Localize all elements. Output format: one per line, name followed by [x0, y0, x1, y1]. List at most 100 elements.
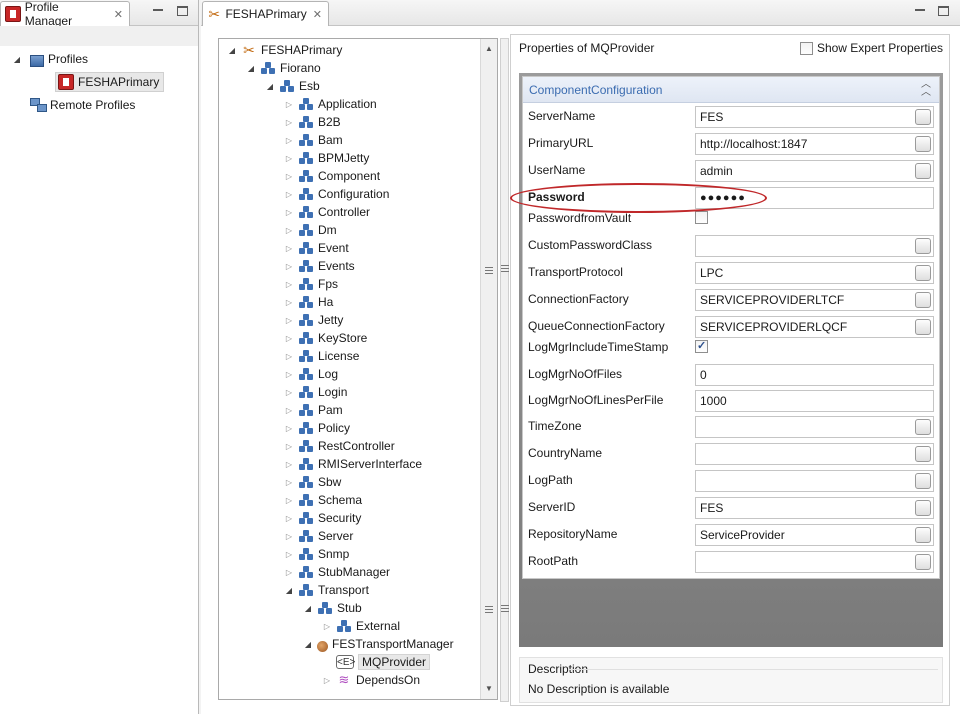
expand-closed-icon[interactable]: ▷	[284, 280, 294, 289]
tree-node[interactable]: ▷ Event	[284, 239, 349, 257]
tree-node[interactable]: ▷ Application	[284, 95, 377, 113]
close-icon[interactable]: ✕	[114, 8, 123, 21]
maximize-icon[interactable]	[938, 6, 949, 16]
property-edit-button[interactable]	[915, 554, 931, 570]
scroll-up-icon[interactable]: ▲	[481, 41, 497, 57]
maximize-icon[interactable]	[177, 6, 188, 16]
property-value-field[interactable]: http://localhost:1847	[695, 133, 934, 155]
expand-closed-icon[interactable]: ▷	[284, 262, 294, 271]
expand-closed-icon[interactable]: ▷	[322, 676, 332, 685]
scroll-grip-icon[interactable]	[485, 267, 493, 274]
expand-closed-icon[interactable]: ▷	[284, 316, 294, 325]
expand-closed-icon[interactable]: ▷	[284, 172, 294, 181]
expand-closed-icon[interactable]: ▷	[284, 118, 294, 127]
tree-node[interactable]: ▷ Sbw	[284, 473, 341, 491]
tree-node[interactable]: ◢ Esb	[265, 77, 320, 95]
tree-node[interactable]: ▷ Jetty	[284, 311, 343, 329]
minimize-icon[interactable]	[915, 5, 925, 11]
property-value-field[interactable]: SERVICEPROVIDERLQCF	[695, 316, 934, 338]
tree-node[interactable]: ◢ FESTransportManager	[303, 635, 454, 653]
expand-open-icon[interactable]: ◢	[246, 64, 256, 73]
expand-closed-icon[interactable]: ▷	[284, 568, 294, 577]
property-value-field[interactable]	[695, 470, 934, 492]
expand-closed-icon[interactable]: ▷	[284, 208, 294, 217]
profile-tree-item[interactable]: Remote Profiles	[12, 95, 135, 115]
property-value-field[interactable]: LPC	[695, 262, 934, 284]
tree-node[interactable]: ▷ BPMJetty	[284, 149, 369, 167]
tree-node[interactable]: ▷ ≋ DependsOn	[322, 671, 420, 689]
property-value-field[interactable]: FES	[695, 106, 934, 128]
tree-node[interactable]: ▷ Configuration	[284, 185, 389, 203]
property-edit-button[interactable]	[915, 136, 931, 152]
property-edit-button[interactable]	[915, 109, 931, 125]
expand-closed-icon[interactable]: ▷	[284, 100, 294, 109]
tree-node[interactable]: ▷ StubManager	[284, 563, 390, 581]
tree-node[interactable]: ▷ KeyStore	[284, 329, 367, 347]
property-edit-button[interactable]	[915, 446, 931, 462]
expand-closed-icon[interactable]: ▷	[284, 226, 294, 235]
tree-node[interactable]: ▷ Ha	[284, 293, 333, 311]
property-edit-button[interactable]	[915, 473, 931, 489]
scroll-grip-icon[interactable]	[485, 606, 493, 613]
expand-open-icon[interactable]: ◢	[12, 55, 22, 64]
expand-closed-icon[interactable]: ▷	[284, 496, 294, 505]
expand-open-icon[interactable]: ◢	[303, 604, 313, 613]
property-edit-button[interactable]	[915, 265, 931, 281]
property-edit-button[interactable]	[915, 238, 931, 254]
property-edit-button[interactable]	[915, 527, 931, 543]
tree-node[interactable]: ▷ Login	[284, 383, 347, 401]
property-value-field[interactable]: ServiceProvider	[695, 524, 934, 546]
tab-profile-manager[interactable]: Profile Manager ✕	[0, 0, 130, 28]
expand-closed-icon[interactable]: ▷	[284, 136, 294, 145]
show-expert-properties[interactable]: Show Expert Properties	[799, 41, 943, 55]
tree-node[interactable]: ▷ Component	[284, 167, 380, 185]
property-edit-button[interactable]	[915, 163, 931, 179]
property-value-field[interactable]: admin	[695, 160, 934, 182]
expand-open-icon[interactable]: ◢	[227, 46, 237, 55]
expand-open-icon[interactable]: ◢	[284, 586, 294, 595]
minimize-icon[interactable]	[153, 5, 163, 11]
splitter-grip-icon[interactable]	[501, 605, 509, 612]
close-icon[interactable]: ✕	[313, 8, 322, 21]
tree-node[interactable]: ▷ Fps	[284, 275, 338, 293]
tree-node[interactable]: ◢ Stub	[303, 599, 362, 617]
expand-closed-icon[interactable]: ▷	[284, 478, 294, 487]
property-value-field[interactable]: FES	[695, 497, 934, 519]
property-value-field[interactable]	[695, 551, 934, 573]
property-value-field[interactable]	[695, 235, 934, 257]
profile-tree-item[interactable]: FESHAPrimary	[55, 72, 165, 92]
tree-scrollbar[interactable]: ▲ ▼	[480, 39, 497, 699]
panel-splitter[interactable]	[500, 38, 509, 702]
tree-node[interactable]: <E> MQProvider	[322, 653, 431, 671]
tree-node[interactable]: ◢ Fiorano	[246, 59, 321, 77]
tab-feshaprimary[interactable]: ✂ FESHAPrimary ✕	[202, 1, 329, 26]
expand-closed-icon[interactable]: ▷	[284, 460, 294, 469]
expand-open-icon[interactable]: ◢	[303, 640, 313, 649]
expand-closed-icon[interactable]: ▷	[284, 514, 294, 523]
expand-closed-icon[interactable]: ▷	[284, 550, 294, 559]
tree-node[interactable]: ▷ B2B	[284, 113, 341, 131]
profile-tree-item[interactable]: ◢ Profiles	[12, 49, 88, 69]
expand-closed-icon[interactable]: ▷	[284, 190, 294, 199]
tree-node[interactable]: ▷ Controller	[284, 203, 370, 221]
expand-closed-icon[interactable]: ▷	[284, 442, 294, 451]
tree-node[interactable]: ▷ RMIServerInterface	[284, 455, 422, 473]
property-value-field[interactable]	[695, 443, 934, 465]
tree-node[interactable]: ▷ Bam	[284, 131, 343, 149]
property-checkbox[interactable]	[695, 211, 708, 224]
property-checkbox[interactable]	[695, 339, 708, 353]
property-value-field[interactable]: SERVICEPROVIDERLTCF	[695, 289, 934, 311]
property-value-field[interactable]: 1000	[695, 390, 934, 412]
tree-node[interactable]: ▷ License	[284, 347, 359, 365]
expand-closed-icon[interactable]: ▷	[284, 424, 294, 433]
expand-open-icon[interactable]: ◢	[265, 82, 275, 91]
expand-closed-icon[interactable]: ▷	[284, 334, 294, 343]
expand-closed-icon[interactable]: ▷	[284, 388, 294, 397]
property-edit-button[interactable]	[915, 500, 931, 516]
tree-node[interactable]: ◢ ✂ FESHAPrimary	[227, 41, 342, 59]
property-value-field[interactable]: 0	[695, 364, 934, 386]
tree-node[interactable]: ◢ Transport	[284, 581, 369, 599]
tree-node[interactable]: ▷ External	[322, 617, 400, 635]
tree-node[interactable]: ▷ Server	[284, 527, 353, 545]
expand-closed-icon[interactable]: ▷	[284, 352, 294, 361]
